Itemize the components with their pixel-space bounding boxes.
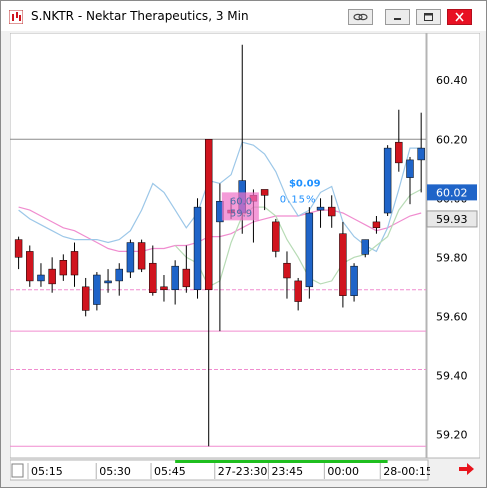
secondary-price-label: 59.93 (436, 213, 468, 226)
restore-icon (424, 13, 433, 21)
candle-body (350, 265, 358, 296)
minimize-button[interactable] (385, 9, 410, 25)
time-tick-label: 27-23:30 (218, 465, 268, 478)
chart-window: S.NKTR - Nektar Therapeutics, 3 Min 60.0… (0, 0, 487, 488)
candle-body (339, 233, 347, 296)
time-tick-label: 00:00 (327, 465, 359, 478)
candle-body (48, 268, 56, 285)
candle-body (294, 280, 302, 302)
price-tick-label: 59.20 (436, 428, 468, 441)
scroll-thumb[interactable] (11, 463, 24, 478)
time-tick-label: 05:45 (154, 465, 186, 478)
candle-body (149, 262, 157, 293)
title-bar[interactable]: S.NKTR - Nektar Therapeutics, 3 Min (1, 1, 486, 31)
candle-body (327, 206, 336, 217)
last-price-label: 60.02 (436, 186, 468, 199)
candle-body (160, 286, 168, 291)
close-button[interactable] (447, 9, 472, 25)
candle-body (395, 141, 403, 164)
time-axis[interactable]: 05:15 05:30 05:45 27-23:30 23:45 00:00 28-00:1… (10, 459, 430, 483)
time-tick-label: 05:15 (31, 465, 63, 478)
candle-body (383, 147, 392, 214)
candle-body (104, 280, 112, 284)
price-tick-label: 60.40 (436, 74, 468, 87)
session-bar (175, 460, 388, 463)
candle-body (361, 239, 369, 255)
measure-change: $0.09 (289, 178, 321, 189)
candle-body (26, 251, 34, 282)
link-icon (353, 13, 368, 21)
restore-button[interactable] (416, 9, 441, 25)
candle-body (115, 268, 123, 282)
candle-body (70, 251, 79, 276)
minimize-icon (394, 18, 401, 20)
candle-body (37, 274, 45, 282)
price-axis[interactable] (426, 33, 480, 459)
candle-body (204, 139, 213, 291)
time-tick-label: 23:45 (271, 465, 303, 478)
candle-body (316, 206, 325, 211)
candle-body (137, 242, 146, 270)
candle-body (372, 221, 381, 229)
measure-label-a: 60.0 (230, 196, 252, 207)
price-tick-label: 59.80 (436, 251, 468, 264)
price-tick-label: 59.40 (436, 369, 468, 382)
candle-body (406, 159, 414, 178)
time-tick-label: 05:30 (99, 465, 131, 478)
price-chart[interactable]: 60.059.9$0.090.15%60.4060.2060.0059.8059… (10, 33, 480, 459)
measure-percent: 0.15% (280, 195, 317, 206)
candle-body (14, 239, 23, 258)
candle-body (283, 262, 291, 279)
candle-body (171, 265, 179, 291)
price-tick-label: 59.60 (436, 310, 468, 323)
close-icon (455, 12, 464, 22)
scroll-right-arrow-icon[interactable] (456, 461, 478, 477)
measure-label-b: 59.9 (230, 208, 252, 219)
candle-body (193, 206, 202, 291)
candle-body (417, 147, 425, 161)
candle-body (81, 286, 90, 311)
price-tick-label: 60.20 (436, 133, 468, 146)
candle-body (305, 212, 314, 288)
candle-body (260, 189, 269, 196)
window-title: S.NKTR - Nektar Therapeutics, 3 Min (31, 9, 249, 23)
candle-body (272, 221, 280, 252)
time-tick-label: 28-00:15 (383, 465, 430, 478)
candle-body (182, 268, 191, 288)
candle-body (59, 260, 68, 276)
candle-body (126, 242, 135, 273)
app-icon (9, 10, 23, 24)
candle-body (93, 274, 101, 305)
link-button[interactable] (348, 9, 373, 25)
